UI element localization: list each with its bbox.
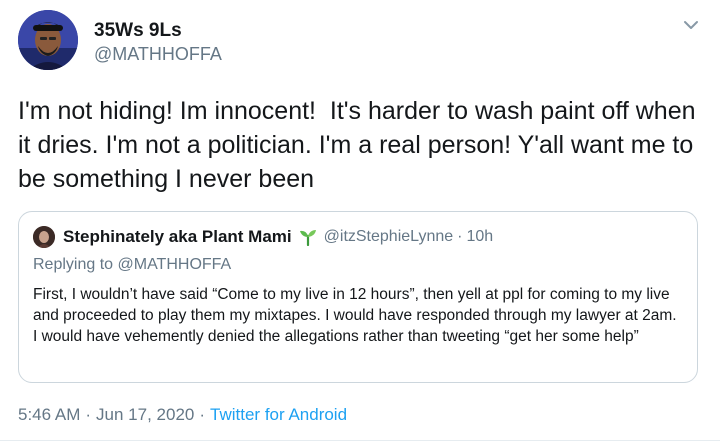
author-avatar[interactable] xyxy=(18,10,78,70)
quoted-tweet[interactable]: Stephinately aka Plant Mami @itzStephieL… xyxy=(18,211,698,383)
chevron-down-icon[interactable] xyxy=(680,14,702,36)
tweet-card: 35Ws 9Ls @MATHHOFFA I'm not hiding! Im i… xyxy=(0,0,720,445)
quoted-header: Stephinately aka Plant Mami @itzStephieL… xyxy=(63,227,493,247)
replying-to-handle[interactable]: @MATHHOFFA xyxy=(118,256,232,273)
quoted-author-avatar[interactable] xyxy=(33,226,55,248)
quoted-tweet-text: First, I wouldn’t have said “Come to my … xyxy=(33,286,677,345)
quoted-handle[interactable]: @itzStephieLynne xyxy=(324,228,454,246)
quoted-display-name[interactable]: Stephinately aka Plant Mami xyxy=(63,227,292,247)
quoted-time[interactable]: 10h xyxy=(466,228,493,246)
profile-photo xyxy=(18,10,78,70)
quoted-separator: · xyxy=(457,228,463,245)
sprout-icon xyxy=(298,228,318,247)
tweet-text: I'm not hiding! Im innocent! It's harder… xyxy=(18,97,703,193)
tweet-time[interactable]: 5:46 AM xyxy=(18,405,80,424)
author-handle[interactable]: @MATHHOFFA xyxy=(94,44,222,65)
replying-to-label: Replying to xyxy=(33,256,114,273)
tweet-date[interactable]: Jun 17, 2020 xyxy=(96,405,194,424)
tweet-meta: 5:46 AM · Jun 17, 2020 · Twitter for Android xyxy=(18,405,347,425)
meta-separator: · xyxy=(85,405,92,424)
meta-separator-2: · xyxy=(199,405,206,424)
replying-to: Replying to @MATHHOFFA xyxy=(33,256,231,274)
tweet-source-link[interactable]: Twitter for Android xyxy=(210,405,347,424)
quoted-profile-photo xyxy=(33,226,55,248)
divider xyxy=(0,440,720,441)
author-display-name[interactable]: 35Ws 9Ls xyxy=(94,20,182,42)
